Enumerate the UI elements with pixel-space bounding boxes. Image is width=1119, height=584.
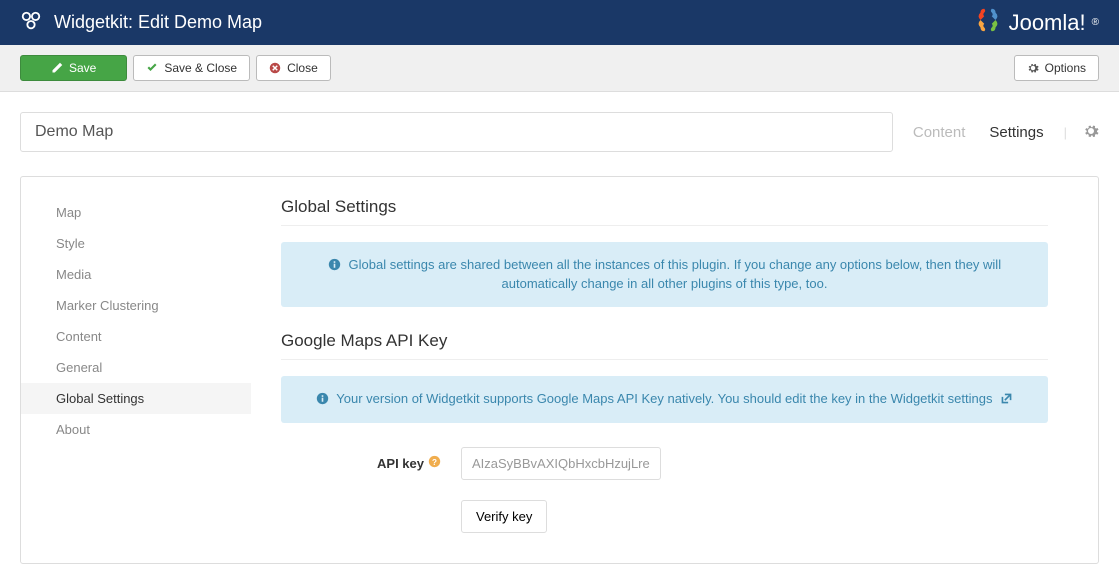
sidebar-item-content[interactable]: Content [21, 321, 251, 352]
page-title: Widgetkit: Edit Demo Map [54, 12, 262, 33]
close-circle-icon [269, 62, 281, 74]
close-label: Close [287, 61, 318, 75]
sidebar-item-media[interactable]: Media [21, 259, 251, 290]
app-header: Widgetkit: Edit Demo Map Joomla! ® [0, 0, 1119, 45]
api-key-alert: Your version of Widgetkit supports Googl… [281, 376, 1048, 423]
api-key-row: API key ? [281, 447, 1048, 480]
widgetkit-icon [20, 10, 42, 35]
content-area: Content Settings | MapStyleMediaMarker C… [0, 92, 1119, 584]
title-row: Content Settings | [20, 112, 1099, 152]
registered-mark: ® [1092, 17, 1099, 28]
api-key-input[interactable] [461, 447, 661, 480]
edit-icon [51, 62, 63, 74]
save-close-button[interactable]: Save & Close [133, 55, 250, 81]
sidebar-item-style[interactable]: Style [21, 228, 251, 259]
sidebar-item-map[interactable]: Map [21, 197, 251, 228]
settings-sidebar: MapStyleMediaMarker ClusteringContentGen… [21, 177, 251, 563]
settings-panel: MapStyleMediaMarker ClusteringContentGen… [20, 176, 1099, 564]
close-button[interactable]: Close [256, 55, 331, 81]
sidebar-item-global-settings[interactable]: Global Settings [21, 383, 251, 414]
joomla-icon [973, 5, 1003, 41]
save-button[interactable]: Save [20, 55, 127, 81]
api-alert-text: Your version of Widgetkit supports Googl… [336, 391, 992, 406]
verify-key-button[interactable]: Verify key [461, 500, 547, 533]
settings-gear-icon[interactable] [1083, 123, 1099, 142]
global-settings-heading: Global Settings [281, 197, 1048, 226]
info-icon [328, 256, 341, 274]
help-icon[interactable]: ? [428, 455, 441, 471]
api-key-heading: Google Maps API Key [281, 331, 1048, 360]
sidebar-item-general[interactable]: General [21, 352, 251, 383]
options-button[interactable]: Options [1014, 55, 1099, 81]
global-alert-text: Global settings are shared between all t… [349, 257, 1002, 291]
save-close-label: Save & Close [164, 61, 237, 75]
external-link-icon[interactable] [996, 391, 1013, 406]
settings-main: Global Settings Global settings are shar… [251, 177, 1098, 563]
sidebar-item-about[interactable]: About [21, 414, 251, 445]
widget-title-input[interactable] [20, 112, 893, 152]
sidebar-item-marker-clustering[interactable]: Marker Clustering [21, 290, 251, 321]
verify-row: Verify key [281, 500, 1048, 533]
header-left: Widgetkit: Edit Demo Map [20, 10, 262, 35]
check-icon [146, 62, 158, 74]
joomla-brand: Joomla! ® [973, 5, 1099, 41]
toolbar-left: Save Save & Close Close [20, 55, 331, 81]
tab-settings[interactable]: Settings [985, 124, 1047, 141]
global-settings-alert: Global settings are shared between all t… [281, 242, 1048, 307]
toolbar: Save Save & Close Close Options [0, 45, 1119, 92]
tab-content[interactable]: Content [909, 124, 970, 141]
save-label: Save [69, 61, 96, 75]
joomla-brand-text: Joomla! [1009, 10, 1086, 36]
svg-text:?: ? [432, 458, 437, 467]
info-icon [316, 390, 329, 408]
api-key-label-text: API key [377, 456, 424, 471]
api-key-label: API key ? [281, 455, 441, 471]
gear-icon [1027, 62, 1039, 74]
options-label: Options [1045, 61, 1086, 75]
tab-divider: | [1064, 125, 1067, 140]
